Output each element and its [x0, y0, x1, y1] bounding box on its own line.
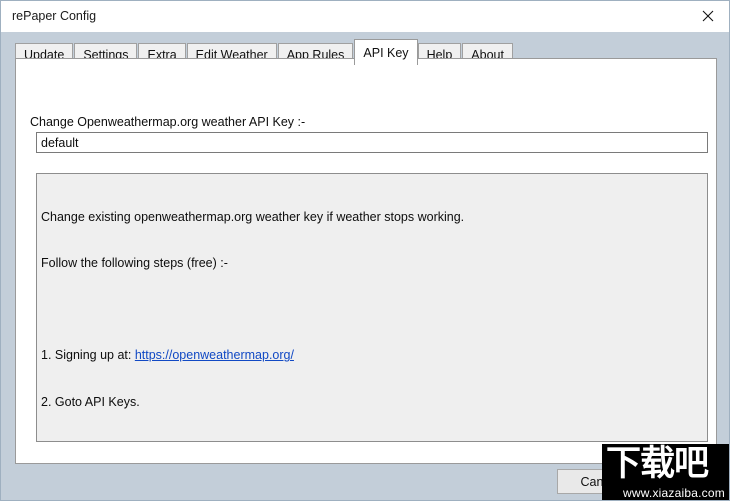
- watermark-overlay: 下载吧 www.xiazaiba.com: [602, 444, 729, 500]
- openweathermap-signup-link[interactable]: https://openweathermap.org/: [135, 348, 294, 362]
- close-icon: [702, 10, 714, 22]
- instruction-line-step-2: 2. Goto API Keys.: [41, 394, 140, 409]
- instructions-panel: Change existing openweathermap.org weath…: [36, 173, 708, 442]
- tab-api-key[interactable]: API Key: [354, 39, 418, 65]
- step-1-prefix: 1. Signing up at:: [41, 348, 135, 363]
- repaper-config-window: rePaper Config Update Settings Extra Edi…: [0, 0, 730, 501]
- instruction-line-step-1: 1. Signing up at: https://openweathermap…: [41, 348, 703, 363]
- instructions-text: Change existing openweathermap.org weath…: [41, 179, 703, 442]
- instruction-line-intro-2: Follow the following steps (free) :-: [41, 256, 228, 271]
- window-title: rePaper Config: [12, 9, 97, 23]
- close-button[interactable]: [685, 1, 729, 31]
- title-bar: rePaper Config: [1, 1, 729, 33]
- instruction-line-intro-1: Change existing openweathermap.org weath…: [41, 209, 465, 224]
- api-key-input[interactable]: [36, 132, 708, 153]
- api-key-field-label: Change Openweathermap.org weather API Ke…: [30, 115, 306, 129]
- watermark-url-text: www.xiazaiba.com: [623, 486, 725, 500]
- watermark-logo-text: 下载吧: [606, 444, 709, 484]
- api-key-tab-page: Change Openweathermap.org weather API Ke…: [15, 58, 717, 464]
- instruction-spacer-1: [41, 302, 703, 317]
- instruction-line-step-3: 3. Create a key if none present.: [41, 441, 703, 442]
- tab-label: API Key: [363, 45, 409, 60]
